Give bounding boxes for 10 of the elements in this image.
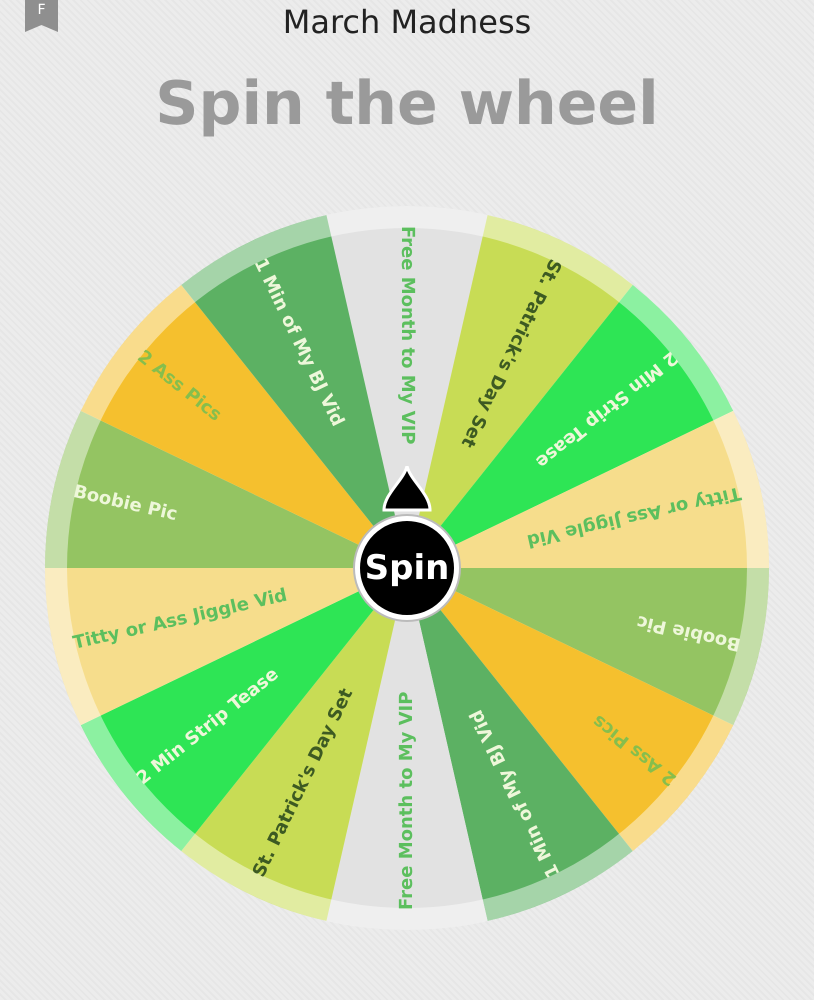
segment-label: Boobie Pic bbox=[71, 481, 180, 526]
segment-label: Titty or Ass Jiggle Vid bbox=[524, 482, 743, 552]
segment-label: Free Month to My VIP bbox=[396, 692, 417, 910]
screen-title: March Madness bbox=[282, 3, 532, 41]
segment-label: Titty or Ass Jiggle Vid bbox=[71, 584, 290, 654]
segment-label: 1 Min of My BJ Vid bbox=[250, 255, 348, 430]
segment-label: Free Month to My VIP bbox=[397, 226, 418, 444]
segment-label: Boobie Pic bbox=[634, 610, 743, 655]
segment-label: 1 Min of My BJ Vid bbox=[466, 706, 564, 881]
page-heading: Spin the wheel bbox=[155, 68, 659, 140]
